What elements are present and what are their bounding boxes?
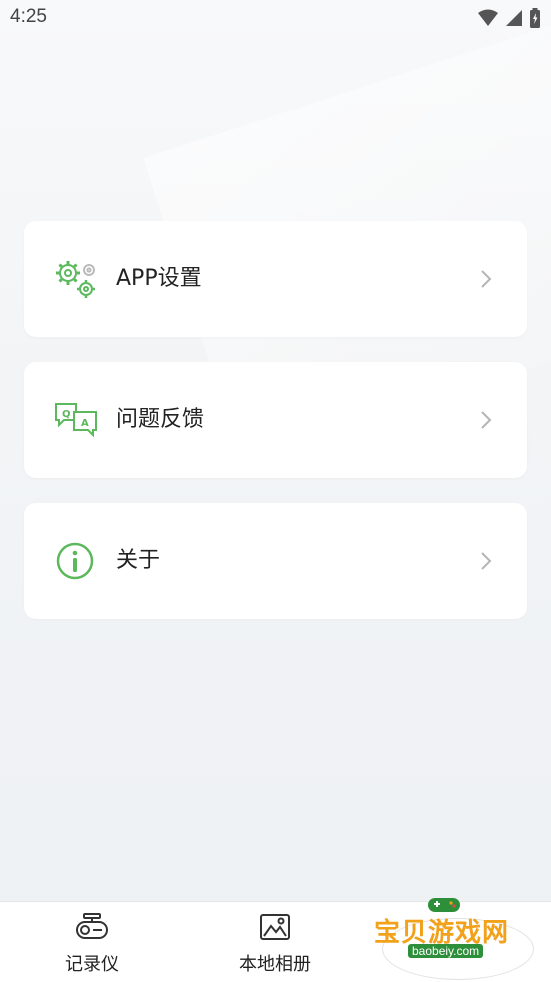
status-bar: 4:25 <box>0 0 551 36</box>
cellular-signal-icon <box>506 10 522 26</box>
wifi-icon <box>478 9 498 26</box>
svg-text:Q: Q <box>62 409 71 420</box>
watermark-logo: 宝贝游戏网 baobeiy.com <box>372 892 542 981</box>
tab-dashcam-label: 记录仪 <box>65 954 119 975</box>
app-settings-item[interactable]: APP设置 <box>24 221 527 337</box>
tab-dashcam[interactable]: 记录仪 <box>22 902 162 982</box>
feedback-label: 问题反馈 <box>116 407 205 432</box>
about-item[interactable]: 关于 <box>24 503 527 619</box>
battery-icon <box>530 8 540 28</box>
feedback-item[interactable]: Q A 问题反馈 <box>24 362 527 478</box>
settings-gears-icon <box>56 261 95 298</box>
chevron-right-icon <box>481 552 492 570</box>
chevron-right-icon <box>481 270 492 288</box>
tab-local-album[interactable]: 本地相册 <box>205 902 345 982</box>
watermark-url: baobeiy.com <box>408 944 484 958</box>
qa-feedback-icon: Q A <box>55 403 97 438</box>
app-settings-label: APP设置 <box>116 266 202 291</box>
tab-local-album-label: 本地相册 <box>239 954 311 975</box>
chevron-right-icon <box>481 411 492 429</box>
dashcam-icon <box>76 913 108 939</box>
status-time: 4:25 <box>10 6 47 27</box>
info-icon <box>56 542 94 580</box>
album-icon <box>260 914 290 940</box>
svg-text:A: A <box>81 418 89 429</box>
status-icons <box>477 8 541 28</box>
about-label: 关于 <box>116 548 161 573</box>
